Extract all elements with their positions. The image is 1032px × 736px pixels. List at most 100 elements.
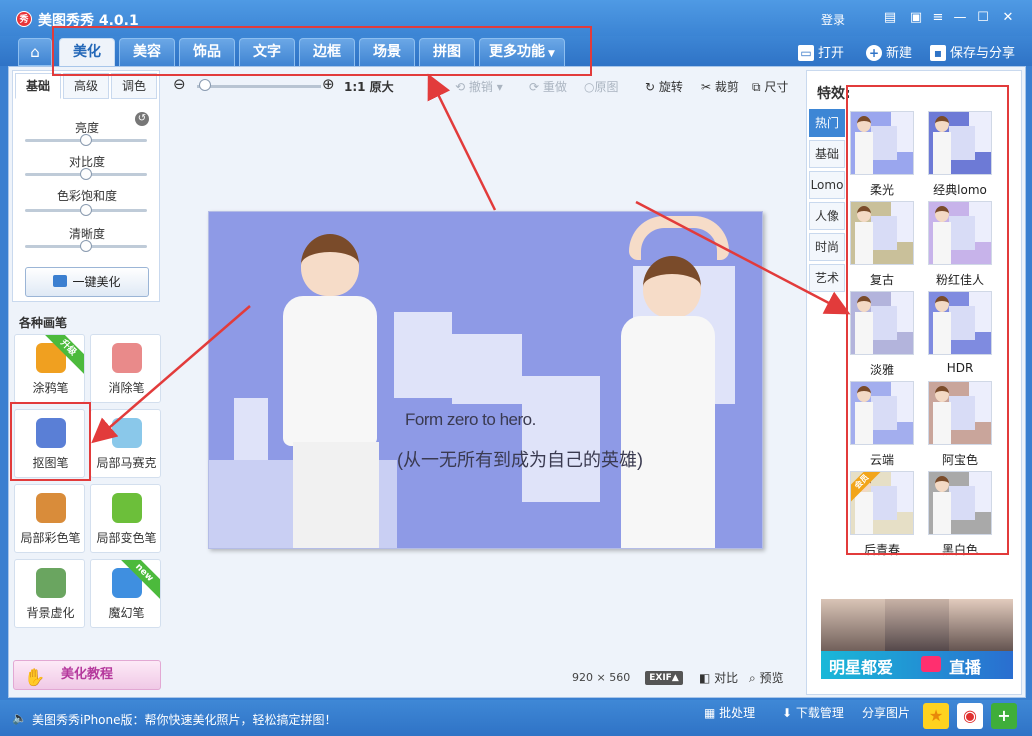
effect-category[interactable]: 热门 [809,109,845,137]
effect-thumbnail[interactable] [850,291,914,355]
subtab-basic[interactable]: 基础 [15,73,61,99]
effect-thumbnail[interactable] [928,471,992,535]
effect-label[interactable]: 复古 [842,271,922,288]
effect-thumbnail[interactable] [850,201,914,265]
tab-meihua[interactable]: 美化 [59,38,115,66]
home-icon[interactable]: ⌂ [18,38,52,66]
effect-category[interactable]: Lomo [809,171,845,199]
compare-button[interactable]: ◧ 对比 [699,669,738,686]
saturation-slider[interactable] [25,204,147,216]
subtab-advanced[interactable]: 高级 [63,73,109,99]
effect-label[interactable]: 柔光 [842,181,922,198]
brush-label: 抠图笔 [32,456,69,470]
add-icon[interactable]: + [991,703,1017,729]
close-icon[interactable]: ✕ [1000,11,1016,25]
batch-button[interactable]: ▦ 批处理 [704,704,755,721]
save-share-button[interactable]: ▪ 保存与分享 [930,42,1015,61]
effect-thumbnail[interactable] [928,201,992,265]
partial-color-brush[interactable]: 局部彩色笔 [14,484,85,553]
zoom-out-icon[interactable]: ⊖ [173,75,186,93]
subtab-color[interactable]: 调色 [111,73,157,99]
sharpness-slider[interactable] [25,240,147,252]
open-button[interactable]: ▭ 打开 [798,42,844,61]
exif-button[interactable]: EXIF▲ [645,671,683,685]
tab-changjing[interactable]: 场景 [359,38,415,66]
effect-thumbnail[interactable] [928,381,992,445]
resize-button[interactable]: ⧉ 尺寸 [752,78,788,95]
promo-banner[interactable]: 明星都爱 直播 [821,599,1013,679]
effect-label[interactable]: HDR [920,361,1000,375]
status-message[interactable]: 美图秀秀iPhone版：帮你快速美化照片，轻松搞定拼图！ [32,711,337,728]
one-key-beautify-button[interactable]: 一键美化 [25,267,149,297]
effect-thumbnail[interactable] [850,381,914,445]
tab-shipin[interactable]: 饰品 [179,38,235,66]
graffiti-brush[interactable]: 涂鸦笔 升级 [14,334,85,403]
slider-knob[interactable] [80,168,92,180]
preview-button[interactable]: ⌕ 预览 [749,669,784,686]
thumb-figure [855,312,873,354]
share-image-button[interactable]: 分享图片 [862,704,910,721]
redo-label: 重做 [542,80,567,94]
rotate-button[interactable]: ↻ 旋转 [645,78,683,95]
effect-label[interactable]: 阿宝色 [920,451,1000,468]
effect-category[interactable]: 艺术 [809,264,845,292]
effect-thumbnail[interactable] [850,111,914,175]
cutout-icon [36,418,66,448]
slider-knob[interactable] [80,240,92,252]
slider-knob[interactable] [80,204,92,216]
tutorial-button[interactable]: ✋ 美化教程 [13,660,161,690]
zoom-slider[interactable] [197,85,321,88]
effect-label[interactable]: 黑白色 [920,541,1000,558]
brightness-slider[interactable] [25,134,147,146]
effect-label[interactable]: 后青春 [842,541,922,558]
cutout-brush[interactable]: 抠图笔 [14,409,85,478]
login-link[interactable]: 登录 [821,11,845,28]
photo-canvas[interactable]: Form zero to hero. (从一无所有到成为自己的英雄) [208,211,763,549]
zoom-in-icon[interactable]: ⊕ [322,75,335,93]
feedback-icon[interactable]: ▣ [908,11,924,25]
zoom-slider-knob[interactable] [199,79,211,91]
background-blur-brush[interactable]: 背景虚化 [14,559,85,628]
chat-icon[interactable]: ▤ [882,11,898,25]
effect-thumbnail[interactable]: 会员 [850,471,914,535]
character-head [643,256,701,318]
magic-brush[interactable]: 魔幻笔 new [90,559,161,628]
tab-wenzi[interactable]: 文字 [239,38,295,66]
effect-thumbnail[interactable] [928,111,992,175]
effect-label[interactable]: 粉红佳人 [920,271,1000,288]
weibo-icon[interactable]: ◉ [957,703,983,729]
original-size-button[interactable]: 1:1 原大 [344,78,394,95]
effect-label[interactable]: 经典lomo [920,181,1000,198]
mosaic-brush[interactable]: 局部马赛克 [90,409,161,478]
tab-more-label: 更多功能 [489,44,546,60]
effect-label[interactable]: 云端 [842,451,922,468]
color-change-brush[interactable]: 局部变色笔 [90,484,161,553]
redo-button[interactable]: ⟳ 重做 [529,78,567,95]
original-button[interactable]: ○原图 [584,78,619,95]
tab-pintu[interactable]: 拼图 [419,38,475,66]
maximize-icon[interactable]: ☐ [975,11,991,25]
effect-label[interactable]: 淡雅 [842,361,922,378]
effect-category[interactable]: 时尚 [809,233,845,261]
download-manager-button[interactable]: ⬇ 下载管理 [782,704,844,721]
eraser-brush[interactable]: 消除笔 [90,334,161,403]
effect-category[interactable]: 基础 [809,140,845,168]
content-frame: 基础 高级 调色 ↺ 亮度 对比度 色彩饱和度 清晰度 一键美化 各种画笔 涂鸦… [8,66,1026,698]
menu-icon[interactable]: ≡ [930,11,946,25]
character-body [621,316,715,548]
tab-biankuang[interactable]: 边框 [299,38,355,66]
thumb-face [857,386,871,402]
effect-thumbnail[interactable] [928,291,992,355]
new-button[interactable]: + 新建 [866,42,912,61]
undo-button[interactable]: ⟲ 撤销 ▾ [455,78,503,95]
star-icon[interactable]: ★ [923,703,949,729]
minimize-icon[interactable]: — [952,11,968,25]
effect-category[interactable]: 人像 [809,202,845,230]
photo-caption-en: Form zero to hero. [405,410,536,429]
batch-label: 批处理 [719,706,756,720]
slider-knob[interactable] [80,134,92,146]
contrast-slider[interactable] [25,168,147,180]
tab-more-features[interactable]: 更多功能 ▼ [479,38,565,66]
tab-meirong[interactable]: 美容 [119,38,175,66]
crop-button[interactable]: ✂ 裁剪 [701,78,739,95]
